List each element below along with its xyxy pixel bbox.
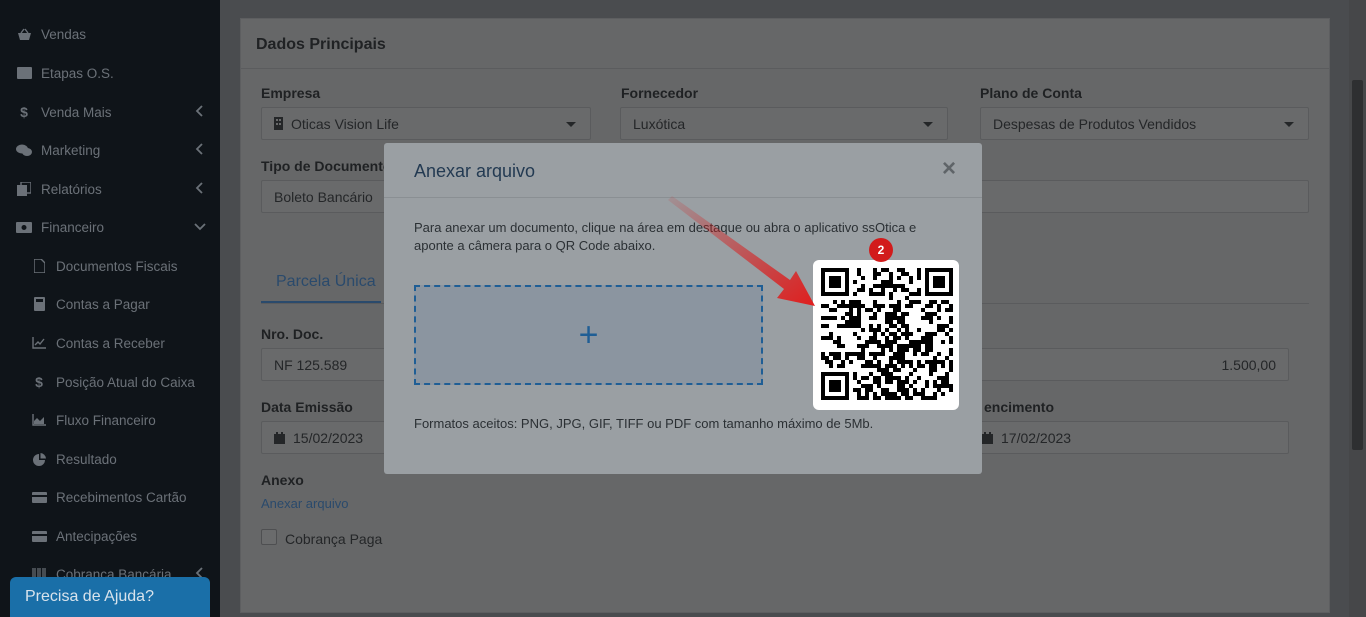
- sidebar-item-marketing[interactable]: Marketing: [0, 131, 220, 169]
- sidebar-item-label: Contas a Pagar: [56, 296, 150, 312]
- area-chart-icon: [31, 412, 47, 428]
- sidebar-subitem-contas-receber[interactable]: Contas a Receber: [0, 324, 220, 362]
- sidebar-subitem-recebimentos-cartao[interactable]: Recebimentos Cartão: [0, 478, 220, 516]
- sidebar-item-label: Vendas: [41, 26, 87, 42]
- sidebar-item-etapas[interactable]: Etapas O.S.: [0, 54, 220, 92]
- plano-label: Plano de Conta: [980, 85, 1082, 101]
- annotation-badge: 2: [869, 238, 893, 262]
- fornecedor-value: Luxótica: [633, 115, 686, 132]
- chevron-down-icon: [566, 122, 576, 127]
- chat-icon: [16, 142, 32, 158]
- dollar-icon: $: [20, 104, 28, 120]
- sidebar-item-label: Antecipações: [56, 528, 138, 544]
- fornecedor-select[interactable]: Luxótica: [620, 107, 948, 140]
- valor-input[interactable]: 1.500,00: [980, 348, 1289, 381]
- empresa-value: Oticas Vision Life: [291, 115, 399, 132]
- plano-select[interactable]: Despesas de Produtos Vendidos: [980, 107, 1309, 140]
- vencimento-input[interactable]: 17/02/2023: [967, 421, 1289, 454]
- anexar-arquivo-link[interactable]: Anexar arquivo: [261, 496, 348, 511]
- data-emissao-label: Data Emissão: [261, 399, 353, 415]
- sidebar-item-label: Venda Mais: [41, 104, 112, 120]
- nro-doc-value: NF 125.589: [274, 356, 348, 373]
- section-title: Dados Principais: [256, 36, 386, 53]
- building-icon: [274, 117, 283, 130]
- vencimento-value: 17/02/2023: [1001, 429, 1072, 446]
- file-icon: [31, 258, 47, 274]
- card-icon: [16, 65, 32, 81]
- scrollbar[interactable]: [1349, 0, 1366, 617]
- sidebar-item-label: Resultado: [56, 451, 117, 467]
- cobranca-paga-label: Cobrança Paga: [285, 531, 383, 547]
- modal-title: Anexar arquivo: [414, 161, 536, 181]
- sidebar-subitem-posicao-caixa[interactable]: $ Posição Atual do Caixa: [0, 363, 220, 401]
- accepted-formats-text: Formatos aceitos: PNG, JPG, GIF, TIFF ou…: [414, 416, 874, 431]
- empresa-label: Empresa: [261, 85, 321, 101]
- sidebar-item-label: Financeiro: [41, 219, 105, 235]
- upload-dropzone[interactable]: +: [414, 285, 763, 385]
- empresa-select[interactable]: Oticas Vision Life: [261, 107, 591, 140]
- sidebar-item-label: Marketing: [41, 142, 101, 158]
- sidebar-item-label: Posição Atual do Caixa: [56, 374, 195, 390]
- sidebar-item-label: Documentos Fiscais: [56, 258, 178, 274]
- close-icon[interactable]: ×: [942, 157, 956, 181]
- plano-value: Despesas de Produtos Vendidos: [993, 115, 1197, 132]
- modal-header: Anexar arquivo ×: [384, 143, 982, 198]
- tab-parcela-unica[interactable]: Parcela Única: [261, 273, 381, 303]
- sidebar-item-label: Etapas O.S.: [41, 65, 114, 81]
- sidebar-subitem-documentos-fiscais[interactable]: Documentos Fiscais: [0, 247, 220, 285]
- calculator-icon: [31, 296, 47, 312]
- line-chart-icon: [31, 335, 47, 351]
- sidebar-subitem-resultado[interactable]: Resultado: [0, 440, 220, 478]
- pie-chart-icon: [31, 451, 47, 467]
- qr-code: [813, 260, 959, 410]
- sidebar-item-vendas[interactable]: Vendas: [0, 15, 220, 53]
- sidebar: Vendas Etapas O.S. $ Venda Mais Marketin…: [0, 0, 220, 617]
- valor-value: 1.500,00: [1221, 356, 1277, 373]
- scrollbar-thumb[interactable]: [1352, 80, 1363, 450]
- plus-icon: +: [578, 315, 599, 354]
- credit-card-icon: [31, 528, 47, 544]
- dollar-icon: $: [35, 374, 43, 390]
- calendar-icon: [274, 431, 285, 444]
- card-header: Dados Principais: [241, 19, 1329, 69]
- help-button[interactable]: Precisa de Ajuda?: [10, 577, 210, 617]
- qr-code-image: [821, 268, 953, 400]
- anexo-label: Anexo: [261, 472, 304, 488]
- nro-doc-label: Nro. Doc.: [261, 326, 324, 342]
- chevron-left-icon: [195, 182, 203, 194]
- sidebar-item-label: Contas a Receber: [56, 335, 165, 351]
- sidebar-item-financeiro[interactable]: Financeiro: [0, 208, 220, 246]
- credit-card-icon: [31, 489, 47, 505]
- calendar-icon: [982, 431, 993, 444]
- chevron-left-icon: [195, 143, 203, 155]
- chevron-down-icon: [1284, 122, 1294, 127]
- tipo-documento-label: Tipo de Documento: [261, 158, 392, 174]
- chevron-down-icon: [923, 122, 933, 127]
- money-icon: [16, 219, 32, 235]
- chevron-down-icon: [194, 223, 206, 231]
- sidebar-subitem-antecipacoes[interactable]: Antecipações: [0, 517, 220, 555]
- vencimento-label: encimento: [984, 399, 1055, 415]
- chevron-left-icon: [195, 105, 203, 117]
- sidebar-item-label: Recebimentos Cartão: [56, 489, 187, 505]
- sidebar-subitem-contas-pagar[interactable]: Contas a Pagar: [0, 285, 220, 323]
- extra-field[interactable]: [980, 180, 1309, 213]
- cobranca-paga-checkbox[interactable]: [261, 529, 277, 545]
- sidebar-item-venda-mais[interactable]: $ Venda Mais: [0, 93, 220, 131]
- fornecedor-label: Fornecedor: [621, 85, 699, 101]
- data-emissao-value: 15/02/2023: [293, 429, 364, 446]
- sidebar-item-label: Fluxo Financeiro: [56, 412, 156, 428]
- sidebar-item-label: Relatórios: [41, 181, 102, 197]
- sidebar-item-relatorios[interactable]: Relatórios: [0, 170, 220, 208]
- sidebar-subitem-fluxo-financeiro[interactable]: Fluxo Financeiro: [0, 401, 220, 439]
- basket-icon: [16, 26, 32, 42]
- copy-icon: [16, 181, 32, 197]
- tipo-documento-value: Boleto Bancário: [274, 188, 373, 205]
